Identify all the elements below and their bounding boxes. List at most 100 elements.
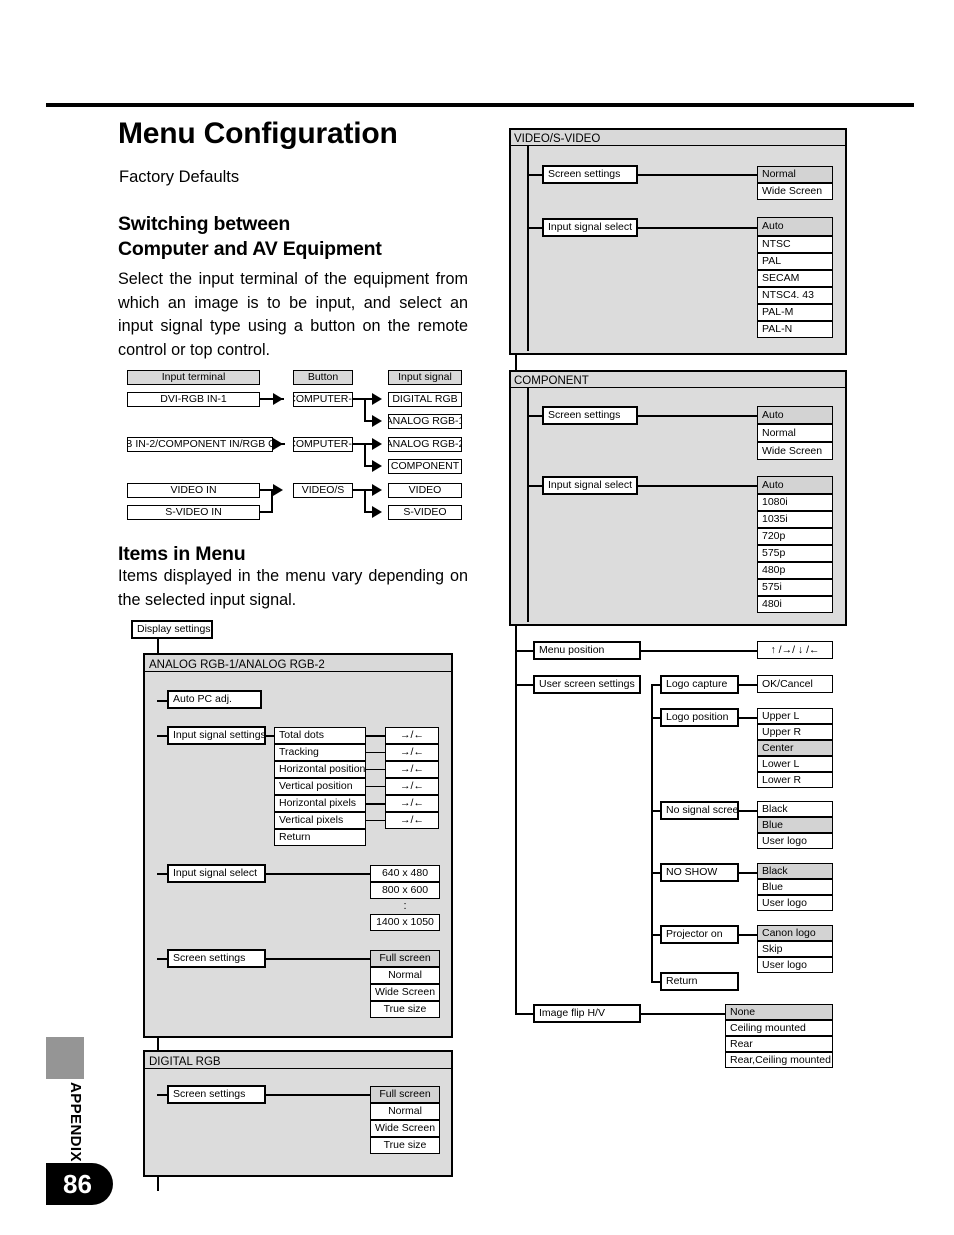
connector [364,398,366,422]
value-box-ceiling-mounted: Ceiling mounted [725,1020,833,1036]
button-box-video-s: VIDEO/S [293,483,353,498]
terminal-box-s-video-in: S-VIDEO IN [127,505,260,520]
header-rule [46,103,914,107]
connector [638,415,758,417]
value-box-center: Center [757,740,833,756]
submenu-item-horizontal-position: Horizontal position [274,761,366,778]
value-box-normal-analog: Normal [370,967,440,984]
value-box-1035i: 1035i [757,511,833,528]
value-box-normal-digital: Normal [370,1103,440,1120]
terminal-box-dvi-rgb-in-1: DVI-RGB IN-1 [127,392,260,407]
connector [641,650,757,652]
arrow-icon [372,415,382,427]
value-box-upper-l: Upper L [757,708,833,724]
connector [527,388,529,622]
menu-item-no-signal-screen: No signal screen [660,801,739,820]
menu-item-screen-settings-video: Screen settings [542,165,638,184]
appendix-tab-label: APPENDIX [67,1081,84,1162]
adjust-box-vertical-pixels: →/← [385,812,439,829]
connector [641,1013,726,1015]
value-box-canon-logo: Canon logo [757,925,833,941]
connector [638,227,758,229]
connector [739,717,757,719]
submenu-item-horizontal-pixels: Horizontal pixels [274,795,366,812]
value-box-black-no-show: Black [757,863,833,879]
menu-item-input-signal-select-analog: Input signal select [167,864,266,883]
submenu-item-total-dots: Total dots [274,727,366,744]
value-box-rear: Rear [725,1036,833,1052]
value-box-640x480: 640 x 480 [370,865,440,882]
menu-item-input-signal-select-component: Input signal select [542,476,638,495]
heading-line-2: Computer and AV Equipment [118,238,382,260]
value-box-575i: 575i [757,579,833,596]
page-title: Menu Configuration [118,117,398,150]
arrow-icon [273,438,283,450]
menu-item-projector-on: Projector on [660,925,739,944]
value-box-user-logo-no-show: User logo [757,895,833,911]
submenu-item-return: Return [274,829,366,846]
connector [366,820,386,821]
terminal-box-video-in: VIDEO IN [127,483,260,498]
adjust-box-horizontal-position: →/← [385,761,439,778]
panel-digital-rgb-title: DIGITAL RGB [149,1056,221,1068]
menu-item-screen-settings-analog: Screen settings [167,949,266,968]
connector [527,174,543,176]
connector [651,684,653,981]
adjust-box-total-dots: →/← [385,727,439,744]
value-box-lower-l: Lower L [757,756,833,772]
connector [739,684,757,686]
value-box-true-size-digital: True size [370,1137,440,1154]
value-box-pal-m: PAL-M [757,304,833,321]
arrow-icon [273,484,283,496]
appendix-tab-block [46,1037,84,1079]
menu-item-logo-capture: Logo capture [660,675,739,694]
value-box-normal-video: Normal [757,166,833,183]
value-box-480i: 480i [757,596,833,613]
value-box-rear-ceiling-mounted: Rear,Ceiling mounted [725,1052,833,1068]
value-box-user-logo-projector: User logo [757,957,833,973]
value-box-none-flip: None [725,1004,833,1020]
section-heading-switching: Switching between Computer and AV Equipm… [118,212,382,262]
value-box-wide-screen-analog: Wide Screen [370,984,440,1001]
value-box-wide-screen-component: Wide Screen [757,442,833,460]
value-box-wide-screen-digital: Wide Screen [370,1120,440,1137]
value-box-ok-cancel: OK/Cancel [757,675,833,693]
adjust-box-horizontal-pixels: →/← [385,795,439,812]
value-box-blue-no-signal: Blue [757,817,833,833]
connector [739,934,757,936]
connector [739,872,757,874]
section-body-items: Items displayed in the menu vary dependi… [118,567,468,609]
menu-item-user-screen-settings: User screen settings [533,675,641,694]
value-box-720p: 720p [757,528,833,545]
document-page: Menu Configuration Factory Defaults Swit… [0,0,954,1235]
submenu-item-vertical-pixels: Vertical pixels [274,812,366,829]
signal-box-video: VIDEO [388,483,462,498]
connector [266,1094,371,1096]
value-box-480p: 480p [757,562,833,579]
arrow-icon [372,506,382,518]
value-box-blue-no-show: Blue [757,879,833,895]
button-box-computer-2: COMPUTER-2 [293,437,353,452]
value-box-pal: PAL [757,253,833,270]
menu-item-screen-settings-component: Screen settings [542,406,638,425]
value-box-full-screen-analog: Full screen [370,950,440,967]
value-box-full-screen-digital: Full screen [370,1086,440,1103]
value-box-secam: SECAM [757,270,833,287]
connector [638,174,758,176]
value-box-upper-r: Upper R [757,724,833,740]
page-number: 86 [46,1163,113,1205]
menu-item-menu-position: Menu position [533,641,641,660]
signal-box-analog-rgb-1: ANALOG RGB-1 [388,414,462,429]
signal-box-s-video: S-VIDEO [388,505,462,520]
value-box-1080i: 1080i [757,494,833,511]
connector [527,415,543,417]
connector [515,650,534,652]
value-box-normal-component: Normal [757,424,833,442]
menu-item-input-signal-settings: Input signal settings [167,726,266,745]
submenu-item-tracking: Tracking [274,744,366,761]
section-heading-items: Items in Menu [118,543,246,565]
value-box-800x600: 800 x 600 [370,882,440,899]
connector [266,958,371,960]
adjust-box-tracking: →/← [385,744,439,761]
connector [366,786,386,787]
